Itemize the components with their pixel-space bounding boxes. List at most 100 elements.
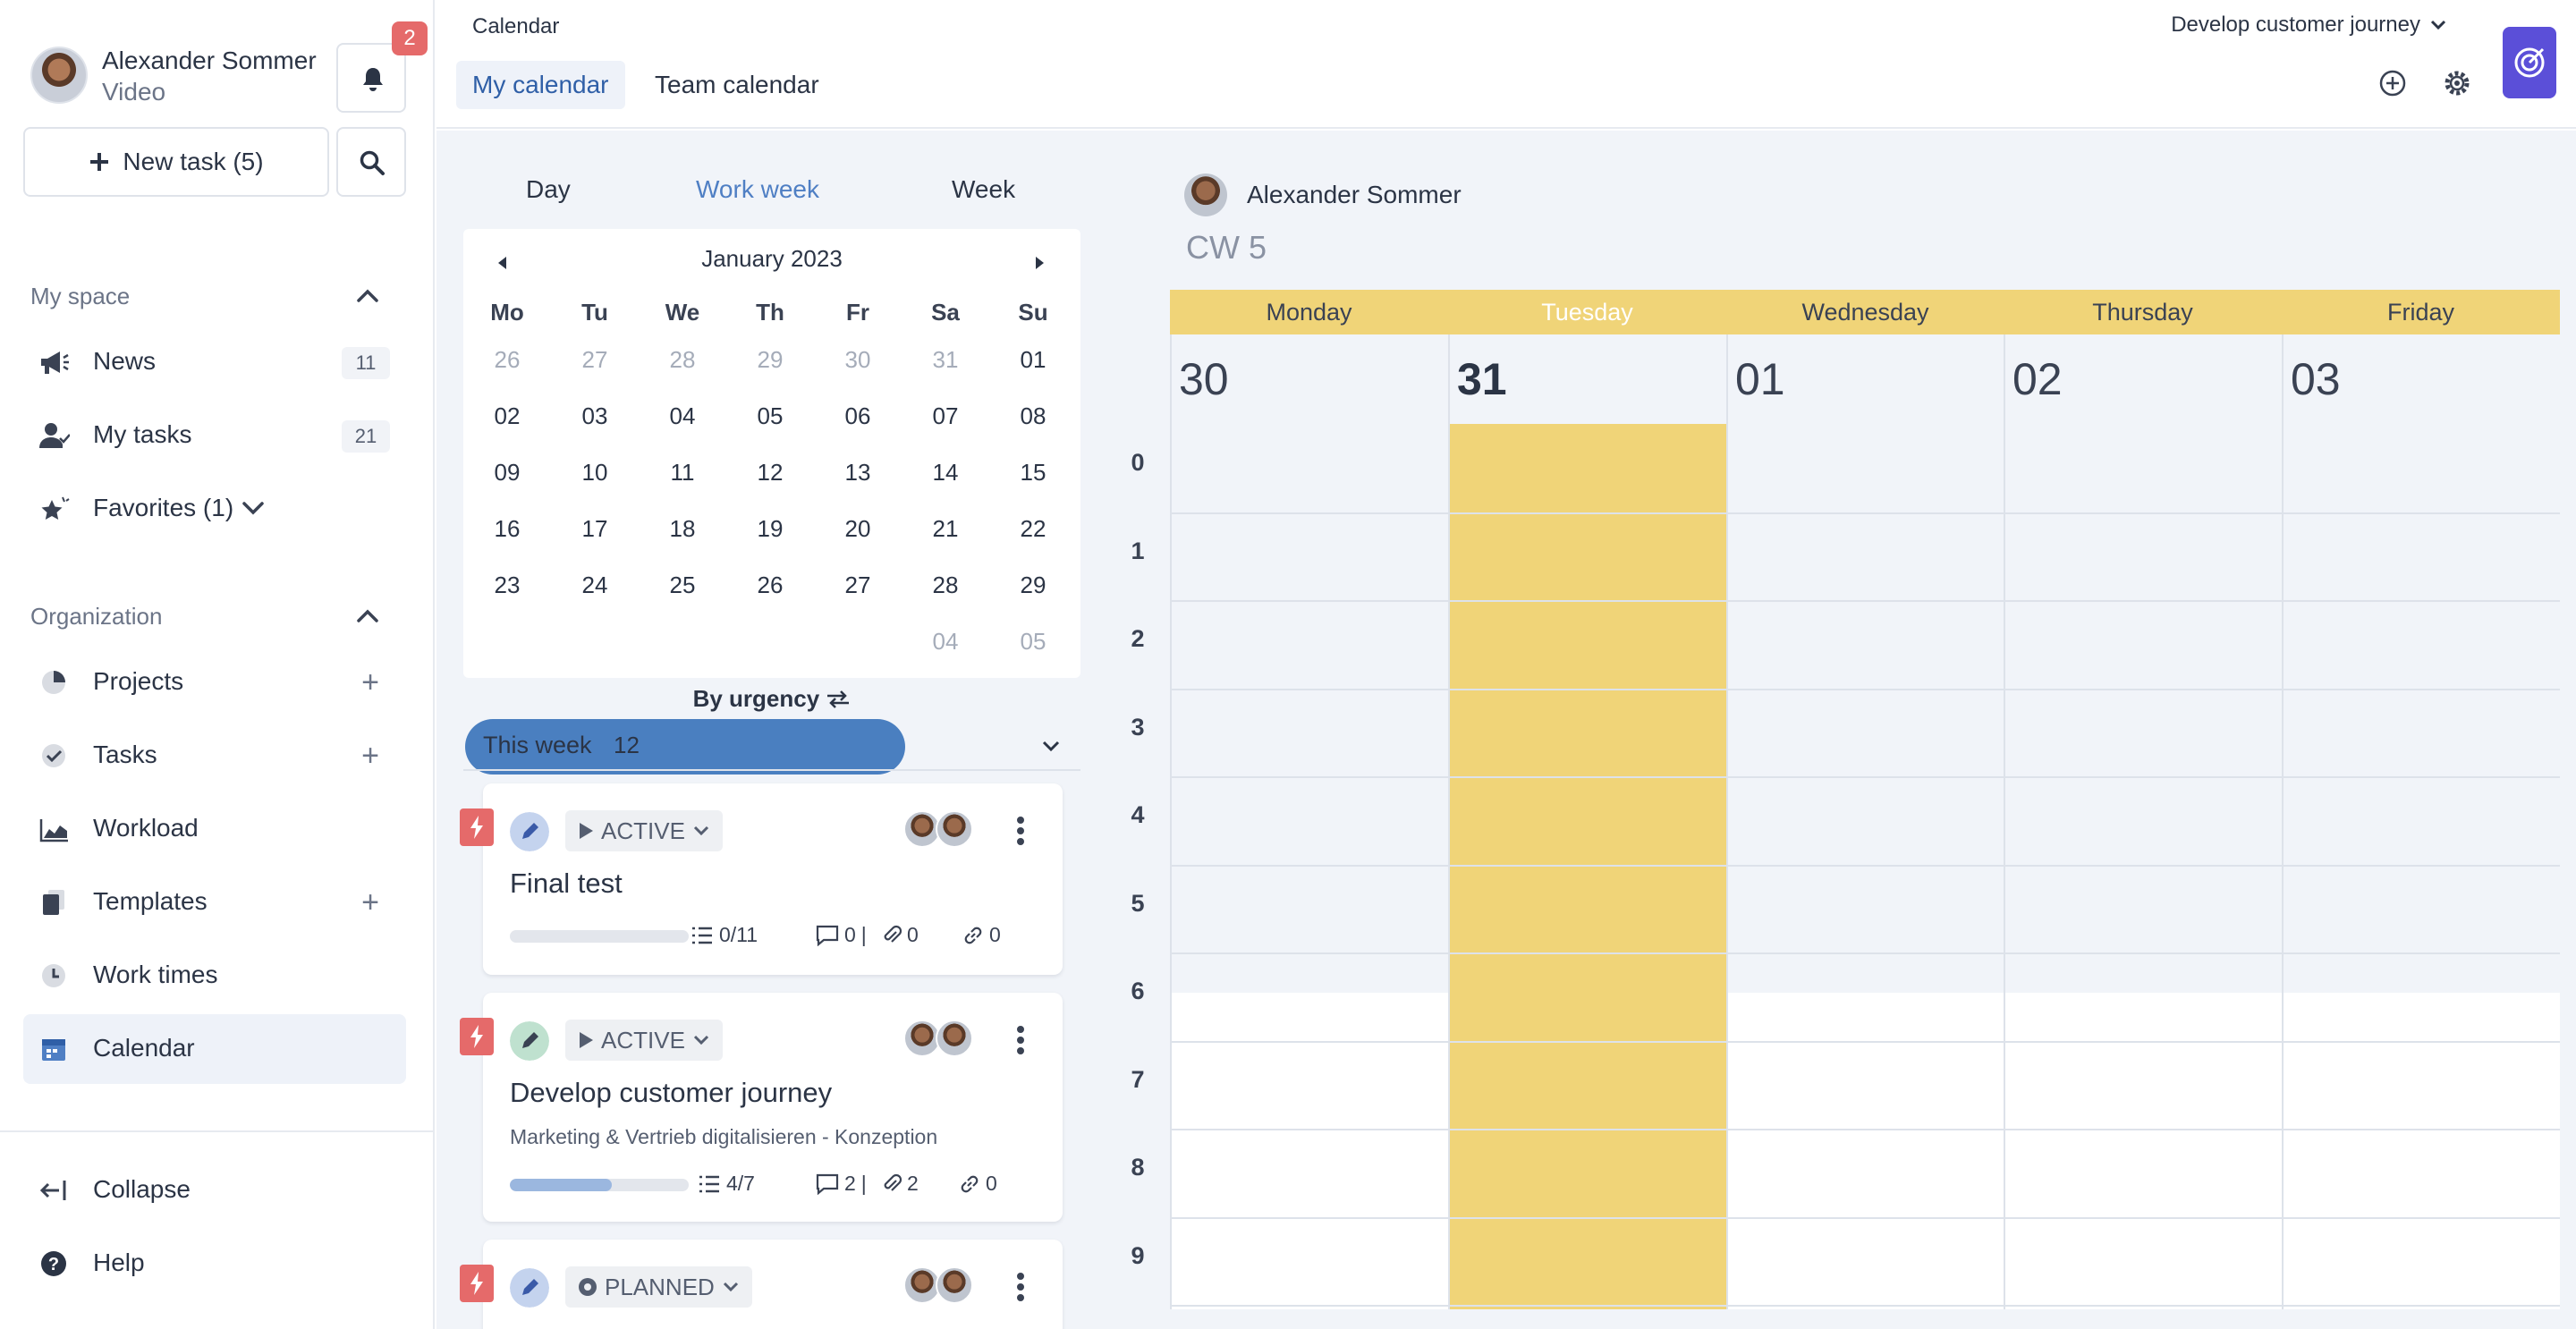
calendar-day[interactable]: 23: [463, 558, 551, 612]
add-task-button[interactable]: +: [361, 741, 379, 771]
more-vertical-icon[interactable]: [1016, 1272, 1025, 1302]
day-column[interactable]: [2004, 424, 2282, 1309]
view-tab-work-week[interactable]: Work week: [696, 175, 819, 204]
calendar-day[interactable]: 02: [726, 614, 814, 668]
day-column[interactable]: [1726, 424, 2004, 1309]
calendar-day[interactable]: 29: [726, 333, 814, 386]
day-date[interactable]: 02: [2004, 334, 2282, 424]
more-vertical-icon[interactable]: [1016, 1025, 1025, 1055]
chevron-up-icon[interactable]: [354, 603, 381, 630]
task-card[interactable]: ACTIVE Final test 0/11 0 | 0 0: [460, 783, 1063, 975]
chevron-down-icon[interactable]: [242, 499, 265, 517]
chevron-up-icon[interactable]: [354, 283, 381, 309]
add-circle-icon[interactable]: [2377, 68, 2408, 98]
calendar-day[interactable]: 27: [551, 333, 639, 386]
day-column[interactable]: [1448, 424, 1726, 1309]
calendar-day[interactable]: 17: [551, 502, 639, 555]
help-button[interactable]: ? Help: [23, 1229, 406, 1299]
calendar-day[interactable]: 03: [551, 389, 639, 443]
calendar-day[interactable]: 03: [814, 614, 902, 668]
assignee-avatars[interactable]: [903, 1020, 975, 1059]
day-column[interactable]: [1170, 424, 1448, 1309]
day-header[interactable]: Monday: [1170, 290, 1448, 334]
calendar-day[interactable]: 09: [463, 445, 551, 499]
task-card[interactable]: PLANNED: [460, 1240, 1063, 1329]
day-date[interactable]: 01: [1726, 334, 2004, 424]
assignee-avatars[interactable]: [903, 810, 975, 850]
calendar-day[interactable]: 19: [726, 502, 814, 555]
day-date[interactable]: 03: [2282, 334, 2560, 424]
calendar-day[interactable]: 26: [463, 333, 551, 386]
status-dropdown[interactable]: ACTIVE: [565, 1020, 723, 1061]
calendar-day[interactable]: 24: [551, 558, 639, 612]
edit-pen-icon[interactable]: [510, 1268, 549, 1308]
calendar-day[interactable]: 04: [902, 614, 989, 668]
calendar-day[interactable]: 14: [902, 445, 989, 499]
next-month-icon[interactable]: [1030, 254, 1048, 272]
calendar-day[interactable]: 31: [902, 333, 989, 386]
calendar-day[interactable]: 04: [639, 389, 726, 443]
day-header[interactable]: Tuesday: [1448, 290, 1726, 334]
day-header[interactable]: Thursday: [2004, 290, 2282, 334]
day-header[interactable]: Wednesday: [1726, 290, 2004, 334]
view-tab-week[interactable]: Week: [952, 175, 1015, 204]
new-task-button[interactable]: New task (5): [23, 127, 329, 197]
sidebar-item-workload[interactable]: Workload: [23, 794, 406, 864]
calendar-day[interactable]: 18: [639, 502, 726, 555]
sidebar-item-templates[interactable]: Templates +: [23, 868, 406, 937]
calendar-day[interactable]: 20: [814, 502, 902, 555]
calendar-day[interactable]: 13: [814, 445, 902, 499]
calendar-day[interactable]: 27: [814, 558, 902, 612]
add-template-button[interactable]: +: [361, 887, 379, 918]
search-button[interactable]: [336, 127, 406, 197]
status-dropdown[interactable]: PLANNED: [565, 1266, 752, 1308]
sidebar-item-news[interactable]: News 11: [23, 327, 406, 397]
edit-pen-icon[interactable]: [510, 1021, 549, 1061]
calendar-day[interactable]: 31: [551, 614, 639, 668]
calendar-day[interactable]: 07: [902, 389, 989, 443]
collapse-button[interactable]: Collapse: [23, 1155, 406, 1225]
edit-pen-icon[interactable]: [510, 812, 549, 851]
calendar-day[interactable]: 06: [814, 389, 902, 443]
tab-my-calendar[interactable]: My calendar: [456, 61, 625, 109]
calendar-day[interactable]: 25: [639, 558, 726, 612]
gear-icon[interactable]: [2442, 68, 2472, 98]
task-card[interactable]: ACTIVE Develop customer journey Marketin…: [460, 993, 1063, 1222]
calendar-day[interactable]: 05: [989, 614, 1077, 668]
view-tab-day[interactable]: Day: [526, 175, 571, 204]
calendar-day[interactable]: 29: [989, 558, 1077, 612]
add-project-button[interactable]: +: [361, 667, 379, 698]
calendar-day[interactable]: 16: [463, 502, 551, 555]
calendar-day[interactable]: 05: [726, 389, 814, 443]
calendar-day[interactable]: 30: [814, 333, 902, 386]
sidebar-item-projects[interactable]: Projects +: [23, 648, 406, 717]
calendar-day[interactable]: 22: [989, 502, 1077, 555]
calendar-day[interactable]: 26: [726, 558, 814, 612]
calendar-day[interactable]: 10: [551, 445, 639, 499]
calendar-day[interactable]: 02: [463, 389, 551, 443]
sidebar-item-favorites[interactable]: Favorites (1): [23, 474, 406, 544]
calendar-day[interactable]: 30: [463, 614, 551, 668]
calendar-day[interactable]: 01: [639, 614, 726, 668]
sidebar-item-my-tasks[interactable]: My tasks 21: [23, 401, 406, 470]
sidebar-item-calendar[interactable]: Calendar: [23, 1014, 406, 1084]
calendar-day[interactable]: 28: [902, 558, 989, 612]
app-logo-button[interactable]: [2503, 27, 2556, 98]
sidebar-item-tasks[interactable]: Tasks +: [23, 721, 406, 791]
calendar-day[interactable]: 12: [726, 445, 814, 499]
calendar-day[interactable]: 11: [639, 445, 726, 499]
calendar-day[interactable]: 15: [989, 445, 1077, 499]
assignee-avatars[interactable]: [903, 1266, 975, 1306]
calendar-day[interactable]: 08: [989, 389, 1077, 443]
sidebar-item-work-times[interactable]: Work times: [23, 941, 406, 1011]
tab-team-calendar[interactable]: Team calendar: [639, 61, 835, 109]
calendar-day[interactable]: 01: [989, 333, 1077, 386]
task-group-header[interactable]: This week 12: [463, 721, 1080, 771]
day-column[interactable]: [2282, 424, 2560, 1309]
calendar-day[interactable]: 21: [902, 502, 989, 555]
more-vertical-icon[interactable]: [1016, 816, 1025, 846]
day-date[interactable]: 30: [1170, 334, 1448, 424]
calendar-day[interactable]: 28: [639, 333, 726, 386]
project-select[interactable]: Develop customer journey: [2171, 13, 2447, 38]
day-header[interactable]: Friday: [2282, 290, 2560, 334]
